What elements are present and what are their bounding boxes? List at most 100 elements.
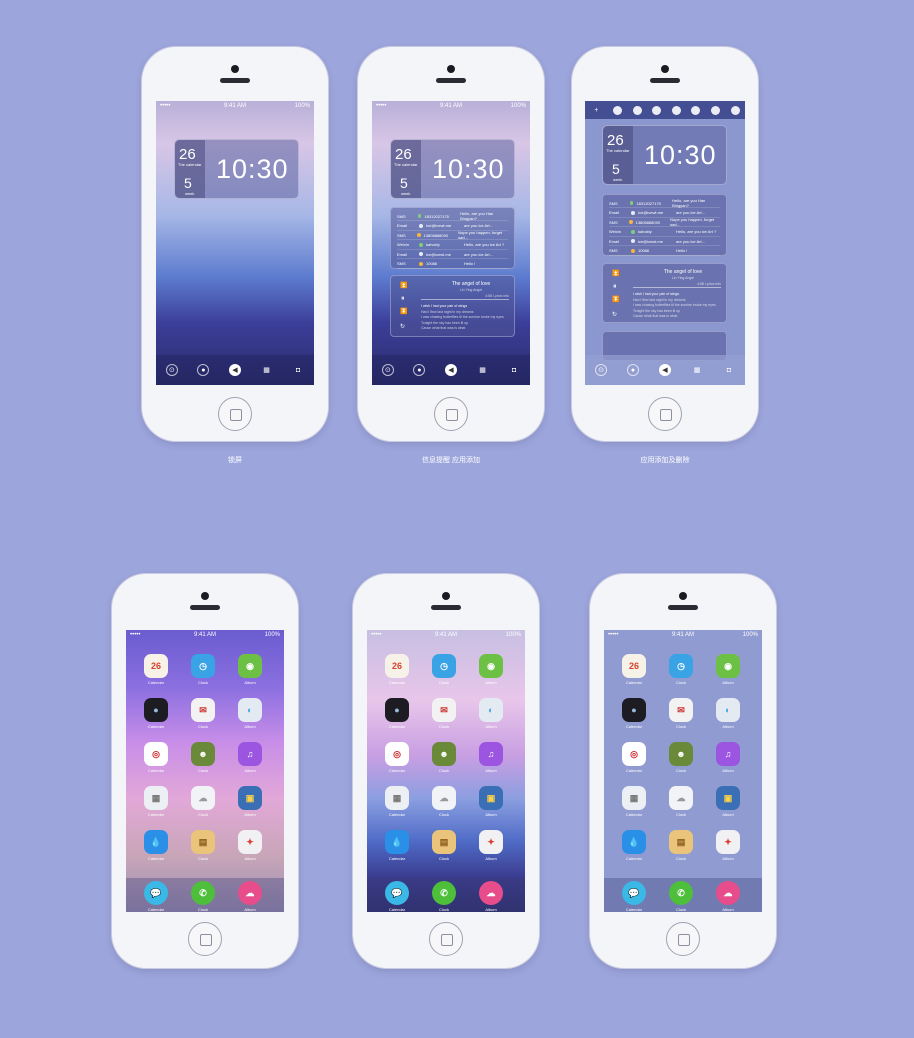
app-album[interactable]: ◉ Album (708, 654, 748, 685)
home-button[interactable] (648, 397, 682, 431)
app-album[interactable]: ▣ Album (471, 786, 511, 817)
app-album[interactable]: ◐ Album (471, 698, 511, 729)
message-row[interactable]: Email ice@icewt.me are you ice Art... (609, 237, 720, 246)
home-button[interactable] (218, 397, 252, 431)
app-clock[interactable]: ◷ Clock (424, 654, 464, 685)
app-album[interactable]: ✦ Album (708, 830, 748, 861)
lock-icon[interactable]: ⊙ (595, 364, 607, 376)
next-icon[interactable]: ⏬ (612, 296, 619, 303)
dock-app-calendar[interactable]: 💬 Calendar (614, 881, 654, 912)
app-album[interactable]: ◉ Album (230, 654, 270, 685)
app-calendar[interactable]: 26 Calendar (377, 654, 417, 685)
app-calendar[interactable]: 💧 Calendar (377, 830, 417, 861)
app-album[interactable]: ◐ Album (708, 698, 748, 729)
previous-icon[interactable]: ⏫ (612, 270, 619, 277)
unlock-arrow-icon[interactable]: ◀ (659, 364, 671, 376)
app-clock[interactable]: ▤ Clock (661, 830, 701, 861)
dock-app-clock[interactable]: ✆ Clock (661, 881, 701, 912)
messages-widget[interactable]: SMS 18312027175 Hello, are you Han Bingyan… (390, 207, 515, 269)
unlock-arrow-icon[interactable]: ◀ (228, 364, 241, 376)
app-clock[interactable]: ▤ Clock (183, 830, 223, 861)
mail-icon[interactable] (691, 105, 701, 115)
app-album[interactable]: ▣ Album (230, 786, 270, 817)
app-calendar[interactable]: ◎ Calendar (136, 742, 176, 773)
message-row[interactable]: SMS 18312027175 Hello, are you Han Bingyan… (397, 211, 508, 221)
app-clock[interactable]: ☁ Clock (183, 786, 223, 817)
contact-icon[interactable]: ● (627, 364, 639, 376)
camera-icon[interactable]: ◘ (292, 364, 304, 376)
app-album[interactable]: ♫ Album (230, 742, 270, 773)
home-button[interactable] (188, 922, 222, 956)
app-clock[interactable]: ▤ Clock (424, 830, 464, 861)
apps-grid-icon[interactable]: ▦ (261, 364, 273, 376)
camera-icon[interactable]: ◘ (508, 364, 520, 376)
pause-icon[interactable]: ⏸ (401, 295, 405, 303)
app-calendar[interactable]: 💧 Calendar (614, 830, 654, 861)
music-widget[interactable]: The angel of love Lin Ying Angel 4:58 Lyric… (390, 275, 515, 337)
app-clock[interactable]: ☻ Clock (183, 742, 223, 773)
tag-icon[interactable] (711, 105, 721, 115)
home-button[interactable] (429, 922, 463, 956)
app-calendar[interactable]: 💧 Calendar (136, 830, 176, 861)
camera-icon[interactable]: ◘ (723, 364, 735, 376)
app-calendar[interactable]: ● Calendar (614, 698, 654, 729)
chat-icon[interactable] (671, 105, 681, 115)
message-row[interactable]: SMS 10086 Hello ! (397, 260, 508, 269)
app-calendar[interactable]: ▦ Calendar (136, 786, 176, 817)
music-widget[interactable]: The angel of love Lin Ying Angel 4:58 Lyric… (602, 263, 727, 323)
app-calendar[interactable]: 26 Calendar (614, 654, 654, 685)
app-calendar[interactable]: ◎ Calendar (377, 742, 417, 773)
unlock-arrow-icon[interactable]: ◀ (444, 364, 457, 376)
app-clock[interactable]: ☁ Clock (424, 786, 464, 817)
dock-app-clock[interactable]: ✆ Clock (183, 881, 223, 912)
app-calendar[interactable]: ◎ Calendar (614, 742, 654, 773)
app-album[interactable]: ✦ Album (230, 830, 270, 861)
app-clock[interactable]: ✉ Clock (661, 698, 701, 729)
message-row[interactable]: Email ice@icewt.me are you ice Art... (397, 250, 508, 259)
message-row[interactable]: Weixin kahobiy Hello, are you ice Art ? (397, 241, 508, 250)
message-row[interactable]: SMS 13808888090 Nope you happen, forget sa… (609, 217, 720, 227)
app-clock[interactable]: ☻ Clock (424, 742, 464, 773)
app-calendar[interactable]: ● Calendar (377, 698, 417, 729)
lock-icon[interactable]: ⊙ (381, 364, 394, 376)
app-album[interactable]: ✦ Album (471, 830, 511, 861)
app-calendar[interactable]: ▦ Calendar (377, 786, 417, 817)
dock-app-calendar[interactable]: 💬 Calendar (377, 881, 417, 912)
home-button[interactable] (434, 397, 468, 431)
home-button[interactable] (666, 922, 700, 956)
next-icon[interactable]: ⏬ (400, 308, 407, 315)
app-clock[interactable]: ☻ Clock (661, 742, 701, 773)
dock-app-album[interactable]: ☁ Album (471, 881, 511, 912)
previous-icon[interactable]: ⏫ (400, 282, 407, 289)
apps-grid-icon[interactable]: ▦ (477, 364, 489, 376)
app-album[interactable]: ▣ Album (708, 786, 748, 817)
add-icon[interactable]: + (590, 104, 602, 116)
app-album[interactable]: ♫ Album (471, 742, 511, 773)
app-calendar[interactable]: 26 Calendar (136, 654, 176, 685)
repeat-icon[interactable]: ↻ (612, 311, 617, 318)
app-clock[interactable]: ☁ Clock (661, 786, 701, 817)
app-calendar[interactable]: ● Calendar (136, 698, 176, 729)
app-calendar[interactable]: ▦ Calendar (614, 786, 654, 817)
repeat-icon[interactable]: ↻ (400, 323, 405, 330)
lock-icon[interactable]: ⊙ (165, 364, 178, 376)
app-clock[interactable]: ◷ Clock (183, 654, 223, 685)
message-row[interactable]: SMS 10086 Hello ! (609, 247, 720, 256)
app-album[interactable]: ◐ Album (230, 698, 270, 729)
app-album[interactable]: ◉ Album (471, 654, 511, 685)
clock-icon[interactable] (652, 105, 662, 115)
message-row[interactable]: SMS 13808888090 Nope you happen, forget sa… (397, 230, 508, 240)
dock-app-album[interactable]: ☁ Album (230, 881, 270, 912)
contact-icon[interactable] (612, 105, 622, 115)
apps-grid-icon[interactable]: ▦ (691, 364, 703, 376)
messages-widget[interactable]: SMS 18312027175 Hello, are you Han Bingyan… (602, 194, 727, 256)
dock-app-album[interactable]: ☁ Album (708, 881, 748, 912)
contact-icon[interactable]: ● (197, 364, 210, 376)
screen-icon[interactable] (632, 105, 642, 115)
message-row[interactable]: SMS 18312027175 Hello, are you Han Bingyan… (609, 198, 720, 208)
calendar-icon[interactable] (730, 105, 740, 115)
pause-icon[interactable]: ⏸ (613, 283, 617, 291)
contact-icon[interactable]: ● (413, 364, 426, 376)
message-row[interactable]: Weixin kahobiy Hello, are you ice Art ? (609, 228, 720, 237)
dock-app-calendar[interactable]: 💬 Calendar (136, 881, 176, 912)
